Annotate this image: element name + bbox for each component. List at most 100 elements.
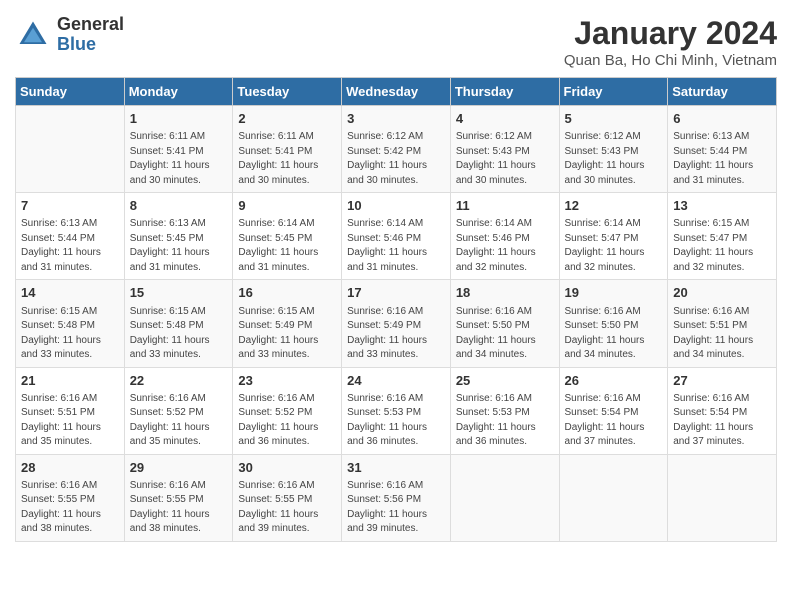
day-number: 4 xyxy=(456,110,554,128)
day-number: 6 xyxy=(673,110,771,128)
day-info: Sunrise: 6:14 AMSunset: 5:46 PMDaylight:… xyxy=(456,217,554,275)
day-cell: 9Sunrise: 6:14 AMSunset: 5:45 PMDaylight… xyxy=(233,193,342,280)
week-row-4: 21 Sunrise: 6:16 AMSunset: 5:51 PMDayligh… xyxy=(16,367,777,454)
day-info: Sunrise: 6:16 AMSunset: 5:50 PMDaylight:… xyxy=(565,305,663,363)
day-cell: 10 Sunrise: 6:14 AMSunset: 5:46 PMDayligh… xyxy=(342,193,451,280)
day-number: 21 xyxy=(21,372,119,390)
col-header-sunday: Sunday xyxy=(16,78,125,106)
day-cell: 28 Sunrise: 6:16 AMSunset: 5:55 PMDayligh… xyxy=(16,454,125,541)
day-cell: 22Sunrise: 6:16 AMSunset: 5:52 PMDayligh… xyxy=(124,367,233,454)
day-info: Sunrise: 6:11 AMSunset: 5:41 PMDaylight:… xyxy=(238,130,336,188)
day-info: Sunrise: 6:12 AMSunset: 5:43 PMDaylight:… xyxy=(456,130,554,188)
day-info: Sunrise: 6:15 AMSunset: 5:49 PMDaylight:… xyxy=(238,305,336,363)
col-header-wednesday: Wednesday xyxy=(342,78,451,106)
day-info: Sunrise: 6:16 AMSunset: 5:53 PMDaylight:… xyxy=(456,392,554,450)
day-cell: 3 Sunrise: 6:12 AMSunset: 5:42 PMDaylight… xyxy=(342,106,451,193)
day-cell: 18 Sunrise: 6:16 AMSunset: 5:50 PMDayligh… xyxy=(450,280,559,367)
col-header-thursday: Thursday xyxy=(450,78,559,106)
day-info: Sunrise: 6:13 AMSunset: 5:44 PMDaylight:… xyxy=(21,217,119,275)
day-number: 25 xyxy=(456,372,554,390)
day-cell: 26Sunrise: 6:16 AMSunset: 5:54 PMDayligh… xyxy=(559,367,668,454)
logo-text: General Blue xyxy=(57,15,124,55)
day-cell: 7 Sunrise: 6:13 AMSunset: 5:44 PMDaylight… xyxy=(16,193,125,280)
col-header-tuesday: Tuesday xyxy=(233,78,342,106)
day-cell: 12Sunrise: 6:14 AMSunset: 5:47 PMDayligh… xyxy=(559,193,668,280)
col-header-friday: Friday xyxy=(559,78,668,106)
calendar-table: SundayMondayTuesdayWednesdayThursdayFrid… xyxy=(15,77,777,542)
day-info: Sunrise: 6:16 AMSunset: 5:55 PMDaylight:… xyxy=(130,479,228,537)
week-row-1: 1Sunrise: 6:11 AMSunset: 5:41 PMDaylight… xyxy=(16,106,777,193)
day-info: Sunrise: 6:16 AMSunset: 5:55 PMDaylight:… xyxy=(21,479,119,537)
day-info: Sunrise: 6:16 AMSunset: 5:55 PMDaylight:… xyxy=(238,479,336,537)
day-info: Sunrise: 6:13 AMSunset: 5:45 PMDaylight:… xyxy=(130,217,228,275)
day-info: Sunrise: 6:11 AMSunset: 5:41 PMDaylight:… xyxy=(130,130,228,188)
week-row-5: 28 Sunrise: 6:16 AMSunset: 5:55 PMDayligh… xyxy=(16,454,777,541)
day-info: Sunrise: 6:16 AMSunset: 5:51 PMDaylight:… xyxy=(21,392,119,450)
day-cell: 6 Sunrise: 6:13 AMSunset: 5:44 PMDaylight… xyxy=(668,106,777,193)
day-info: Sunrise: 6:14 AMSunset: 5:46 PMDaylight:… xyxy=(347,217,445,275)
day-number: 5 xyxy=(565,110,663,128)
day-info: Sunrise: 6:14 AMSunset: 5:47 PMDaylight:… xyxy=(565,217,663,275)
day-info: Sunrise: 6:16 AMSunset: 5:54 PMDaylight:… xyxy=(673,392,771,450)
day-cell: 23 Sunrise: 6:16 AMSunset: 5:52 PMDayligh… xyxy=(233,367,342,454)
day-number: 11 xyxy=(456,197,554,215)
day-number: 14 xyxy=(21,284,119,302)
day-number: 19 xyxy=(565,284,663,302)
header-row: SundayMondayTuesdayWednesdayThursdayFrid… xyxy=(16,78,777,106)
day-cell: 19 Sunrise: 6:16 AMSunset: 5:50 PMDayligh… xyxy=(559,280,668,367)
day-number: 31 xyxy=(347,459,445,477)
day-cell: 31 Sunrise: 6:16 AMSunset: 5:56 PMDayligh… xyxy=(342,454,451,541)
day-cell: 27Sunrise: 6:16 AMSunset: 5:54 PMDayligh… xyxy=(668,367,777,454)
col-header-monday: Monday xyxy=(124,78,233,106)
week-row-3: 14 Sunrise: 6:15 AMSunset: 5:48 PMDayligh… xyxy=(16,280,777,367)
logo-blue: Blue xyxy=(57,35,124,55)
day-cell xyxy=(559,454,668,541)
day-cell xyxy=(16,106,125,193)
day-cell: 2 Sunrise: 6:11 AMSunset: 5:41 PMDaylight… xyxy=(233,106,342,193)
day-number: 15 xyxy=(130,284,228,302)
day-number: 18 xyxy=(456,284,554,302)
day-number: 7 xyxy=(21,197,119,215)
day-cell: 17 Sunrise: 6:16 AMSunset: 5:49 PMDayligh… xyxy=(342,280,451,367)
day-number: 10 xyxy=(347,197,445,215)
logo: General Blue xyxy=(15,15,124,55)
day-info: Sunrise: 6:12 AMSunset: 5:42 PMDaylight:… xyxy=(347,130,445,188)
day-cell: 15Sunrise: 6:15 AMSunset: 5:48 PMDayligh… xyxy=(124,280,233,367)
day-info: Sunrise: 6:16 AMSunset: 5:52 PMDaylight:… xyxy=(238,392,336,450)
day-number: 13 xyxy=(673,197,771,215)
day-info: Sunrise: 6:15 AMSunset: 5:48 PMDaylight:… xyxy=(21,305,119,363)
day-info: Sunrise: 6:16 AMSunset: 5:56 PMDaylight:… xyxy=(347,479,445,537)
day-number: 22 xyxy=(130,372,228,390)
day-cell: 14 Sunrise: 6:15 AMSunset: 5:48 PMDayligh… xyxy=(16,280,125,367)
logo-general: General xyxy=(57,15,124,35)
day-number: 23 xyxy=(238,372,336,390)
day-number: 20 xyxy=(673,284,771,302)
day-info: Sunrise: 6:16 AMSunset: 5:50 PMDaylight:… xyxy=(456,305,554,363)
day-cell: 1Sunrise: 6:11 AMSunset: 5:41 PMDaylight… xyxy=(124,106,233,193)
day-number: 17 xyxy=(347,284,445,302)
day-number: 2 xyxy=(238,110,336,128)
day-number: 29 xyxy=(130,459,228,477)
day-number: 3 xyxy=(347,110,445,128)
week-row-2: 7 Sunrise: 6:13 AMSunset: 5:44 PMDaylight… xyxy=(16,193,777,280)
day-info: Sunrise: 6:16 AMSunset: 5:54 PMDaylight:… xyxy=(565,392,663,450)
day-number: 28 xyxy=(21,459,119,477)
subtitle: Quan Ba, Ho Chi Minh, Vietnam xyxy=(564,52,777,69)
day-cell: 25 Sunrise: 6:16 AMSunset: 5:53 PMDayligh… xyxy=(450,367,559,454)
day-cell: 30Sunrise: 6:16 AMSunset: 5:55 PMDayligh… xyxy=(233,454,342,541)
day-cell: 24Sunrise: 6:16 AMSunset: 5:53 PMDayligh… xyxy=(342,367,451,454)
day-number: 16 xyxy=(238,284,336,302)
day-info: Sunrise: 6:13 AMSunset: 5:44 PMDaylight:… xyxy=(673,130,771,188)
day-info: Sunrise: 6:14 AMSunset: 5:45 PMDaylight:… xyxy=(238,217,336,275)
day-cell: 16 Sunrise: 6:15 AMSunset: 5:49 PMDayligh… xyxy=(233,280,342,367)
day-cell: 29 Sunrise: 6:16 AMSunset: 5:55 PMDayligh… xyxy=(124,454,233,541)
day-info: Sunrise: 6:16 AMSunset: 5:53 PMDaylight:… xyxy=(347,392,445,450)
page-header: General Blue January 2024 Quan Ba, Ho Ch… xyxy=(15,15,777,69)
day-cell: 5Sunrise: 6:12 AMSunset: 5:43 PMDaylight… xyxy=(559,106,668,193)
day-info: Sunrise: 6:16 AMSunset: 5:51 PMDaylight:… xyxy=(673,305,771,363)
day-cell: 13Sunrise: 6:15 AMSunset: 5:47 PMDayligh… xyxy=(668,193,777,280)
col-header-saturday: Saturday xyxy=(668,78,777,106)
main-title: January 2024 xyxy=(564,15,777,52)
day-cell xyxy=(450,454,559,541)
day-info: Sunrise: 6:16 AMSunset: 5:49 PMDaylight:… xyxy=(347,305,445,363)
